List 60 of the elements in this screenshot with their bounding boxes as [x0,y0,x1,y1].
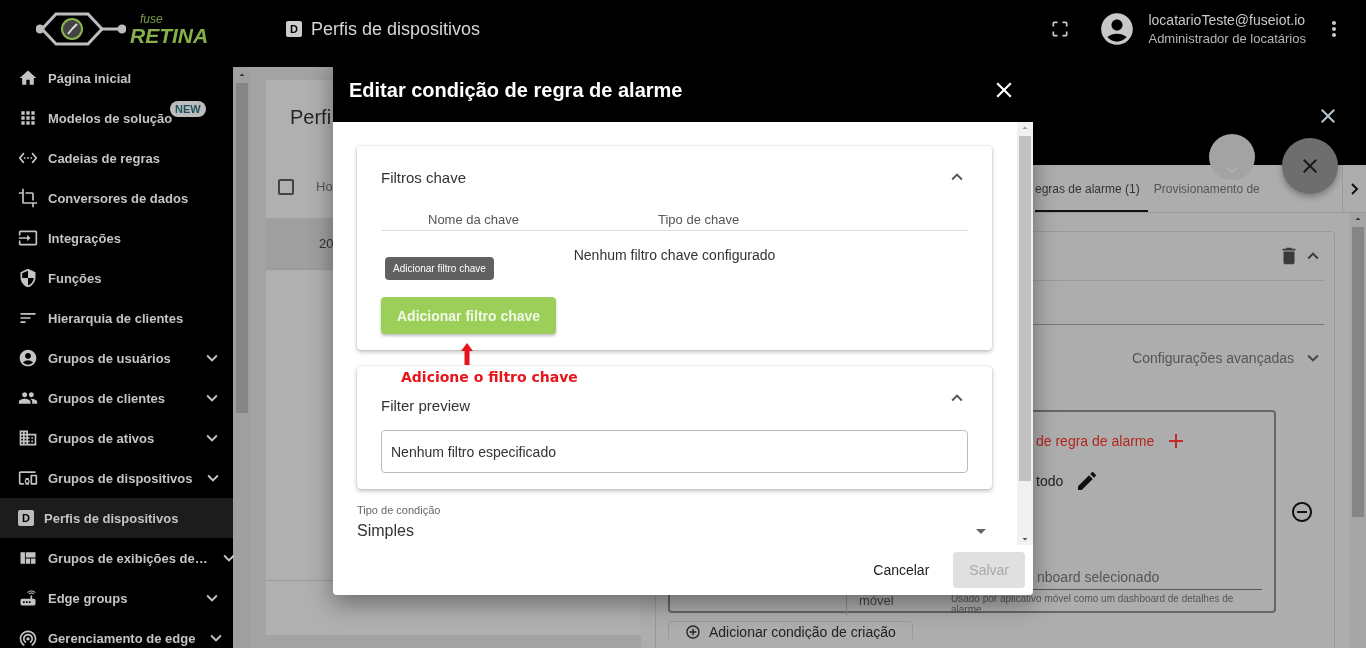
sidebar-item[interactable]: Grupos de dispositivos [0,458,233,498]
page-title: Perfis de dispositivos [311,18,481,40]
dropdown-icon [976,528,986,534]
devices-icon [18,468,38,488]
shield-icon [18,268,38,288]
fullscreen-icon[interactable] [1050,19,1071,39]
add-condition-button[interactable]: Adicionar condição de criação [668,621,913,639]
panel-title: Filter preview [381,396,471,414]
sidebar-item[interactable]: Conversores de dados [0,178,233,218]
input-arrow-icon [18,228,38,248]
logo-prefix: fuse [140,12,164,25]
empty-message: Nenhum filtro chave configurado [573,247,776,263]
sidebar-item[interactable]: Hierarquia de clientes [0,298,233,338]
building-icon [18,428,38,448]
sidebar-item[interactable]: Grupos de ativos [0,418,233,458]
user-email: locatarioTeste@fuseiot.io [1148,12,1306,28]
grid-icon [18,108,38,128]
sidebar-item[interactable]: Funções [0,258,233,298]
sidebar-item[interactable]: Gerenciamento de edge [0,618,233,648]
sidebar-item[interactable]: D Perfis de dispositivos [0,498,233,538]
sidebar-item[interactable]: Grupos de exibições de… [0,538,233,578]
sidebar-item[interactable]: Grupos de clientes [0,378,233,418]
router-icon [18,588,38,608]
annotation-text: Adicione o filtro chave [401,369,578,385]
tab[interactable]: egras de alarme (1) [1035,182,1148,212]
tooltip: Adicionar filtro chave [385,257,494,280]
field-label: Tipo de condição [357,504,442,516]
letter-icon: D [18,510,34,526]
sidebar-item[interactable]: Cadeias de regras [0,138,233,178]
panel-title: Filtros chave [381,168,467,186]
antenna-icon [18,628,38,648]
scrollbar-thumb[interactable] [235,83,248,413]
scrollbar-thumb[interactable] [1019,136,1031,481]
sidebar-item[interactable]: Integrações [0,218,233,258]
chevron-right-icon [1350,182,1359,195]
home-icon [18,68,38,88]
sidebar-item[interactable]: Modelos de solução NEW [0,98,233,138]
sidebar-item[interactable]: Grupos de usuários [0,338,233,378]
sidebar-item[interactable]: Edge groups [0,578,233,618]
condition-type-select[interactable]: Simples [357,522,992,540]
up-arrow-icon [461,343,473,365]
new-badge: NEW [170,101,206,117]
filter-preview-field[interactable]: Nenhum filtro especificado [381,430,968,473]
card-title: Perfi [290,106,332,128]
dialog-button[interactable]: Cancelar [857,552,946,588]
checkbox[interactable] [278,178,294,195]
condition-heading: de regra de alarme [1036,433,1155,449]
dialog-title: Editar condição de regra de alarme [349,78,683,102]
logo-name: RETINA [130,24,209,46]
letter-icon: D [286,21,302,37]
crop-icon [18,188,38,208]
column-header: Nome da chave [427,211,520,227]
column-text: móvel [859,593,894,608]
scrollbar-thumb[interactable] [1352,227,1364,517]
user-role: Administrador de locatários [1148,31,1306,46]
column-header: Ho [316,179,333,194]
schedule-text: todo [1036,473,1064,489]
column-header: Tipo de chave [657,211,740,227]
field-hint: Usado por aplicativo móvel como um dashboard de detalhes de alarme [951,593,1235,615]
sidebar-item[interactable]: Página inicial [0,58,233,98]
